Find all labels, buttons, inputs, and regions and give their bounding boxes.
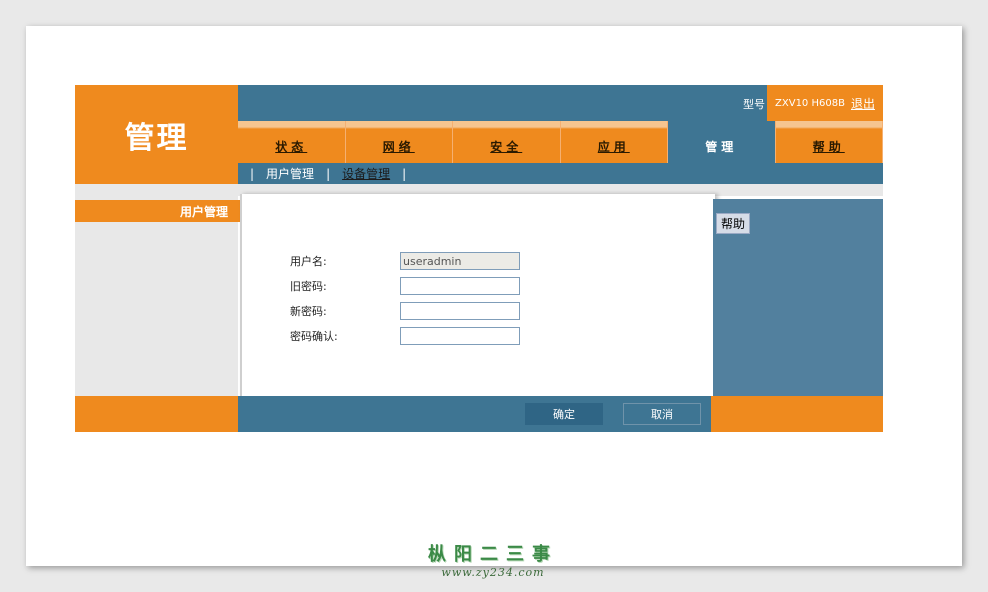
logout-link[interactable]: 退出 [851,95,875,112]
help-label: 帮助 [716,213,751,234]
old-password-row: 旧密码: [290,276,520,296]
sidebar-item-user-management[interactable]: 用户管理 [75,200,242,222]
footer-actions: 确定 取消 [238,396,711,432]
form-panel: 用户名: 旧密码: 新密码: 密码确认: [240,194,715,396]
ok-button[interactable]: 确定 [525,403,603,425]
tab-security[interactable]: 安全 [453,121,561,163]
model-label: 型号 [743,98,765,111]
confirm-password-row: 密码确认: [290,326,520,346]
tab-management[interactable]: 管理 [668,121,776,163]
old-password-field[interactable] [400,277,520,295]
app-window: 管理 型号 ZXV10 H608B 退出 状态 网络 安全 应用 管理 帮助 |… [26,26,962,579]
username-row: 用户名: [290,251,520,271]
subnav-separator: | [326,166,331,181]
footer-left [75,396,238,432]
confirm-password-field[interactable] [400,327,520,345]
confirm-password-label: 密码确认: [290,330,338,343]
subnav-separator: | [250,166,255,181]
new-password-field[interactable] [400,302,520,320]
tab-network[interactable]: 网络 [345,121,453,163]
watermark: 枞阳二三事 www.zy234.com [428,540,558,579]
tab-application[interactable]: 应用 [560,121,668,163]
cancel-button[interactable]: 取消 [623,403,701,425]
sub-navigation: | 用户管理 | 设备管理 | [238,163,883,184]
username-label: 用户名: [290,255,327,268]
new-password-label: 新密码: [290,305,327,318]
footer-right [711,396,883,432]
header-bar: 型号 ZXV10 H608B 退出 [238,85,883,121]
subnav-item-user-management[interactable]: 用户管理 [266,165,314,182]
watermark-text: 枞阳二三事 [428,544,558,565]
page-title: 管理 [75,85,238,184]
watermark-url: www.zy234.com [441,566,545,579]
old-password-label: 旧密码: [290,280,327,293]
help-panel: 帮助 [713,199,883,396]
model-box: ZXV10 H608B 退出 [767,85,883,121]
tab-help[interactable]: 帮助 [775,121,883,163]
tab-status[interactable]: 状态 [238,121,346,163]
subnav-item-device-management[interactable]: 设备管理 [342,165,390,182]
sidebar: 用户管理 [75,184,242,396]
router-admin-page: 管理 型号 ZXV10 H608B 退出 状态 网络 安全 应用 管理 帮助 |… [75,85,883,432]
subnav-separator: | [402,166,407,181]
main-tabs: 状态 网络 安全 应用 管理 帮助 [238,121,883,163]
new-password-row: 新密码: [290,301,520,321]
username-field[interactable] [400,252,520,270]
model-value: ZXV10 H608B [775,97,845,109]
